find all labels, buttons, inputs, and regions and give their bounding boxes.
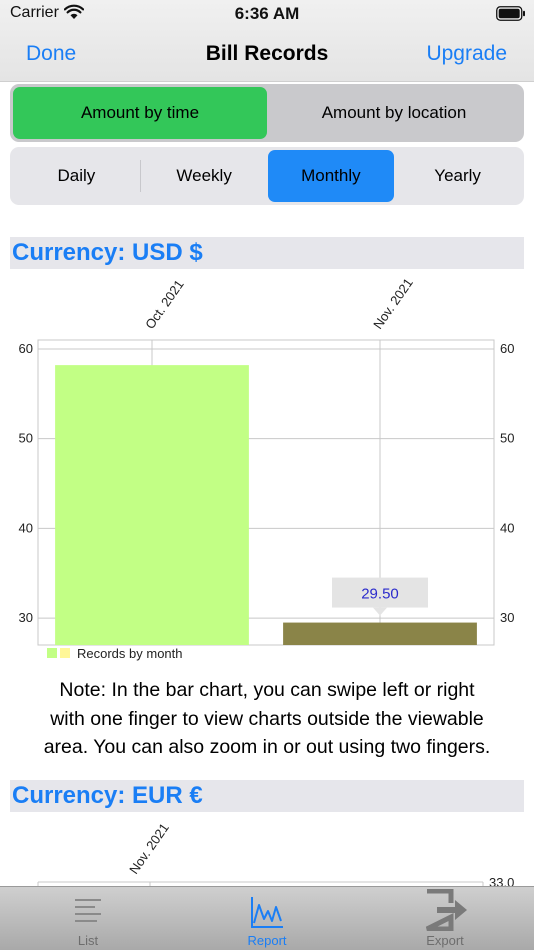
y-tick-label-right: 30 — [500, 610, 514, 625]
status-time: 6:36 AM — [234, 4, 300, 23]
eur-bar-chart[interactable]: Nov. 2021 33.0 — [0, 815, 534, 886]
bar-1 — [55, 365, 249, 645]
legend-swatch — [60, 648, 70, 658]
tab-report[interactable]: Report — [207, 887, 327, 950]
note-line: area. You can also zoom in or out using … — [43, 736, 491, 758]
y-tick-label-left: 40 — [19, 520, 33, 535]
tab-amount-by-location[interactable]: Amount by location — [267, 87, 521, 139]
bill-records-screen: Carrier 6:36 AM Done Bill Records Upgrad… — [0, 0, 534, 950]
tab-weekly[interactable]: Weekly — [141, 150, 268, 202]
currency-header-eur: Currency: EUR € — [10, 780, 524, 812]
note-line: with one finger to view charts outside t… — [50, 707, 484, 730]
battery-icon — [496, 6, 525, 21]
currency-header-usd: Currency: USD $ — [10, 237, 524, 269]
tab-export[interactable]: Export — [385, 887, 505, 950]
bottom-tab-bar: List Report Export — [0, 886, 534, 950]
tab-monthly[interactable]: Monthly — [267, 150, 395, 202]
chart-help-note: Note: In the bar chart, you can swipe le… — [6, 676, 528, 762]
navigation-header: Carrier 6:36 AM Done Bill Records Upgrad… — [0, 0, 534, 82]
y-tick-label-right: 60 — [500, 341, 514, 356]
report-chart-icon — [251, 897, 283, 928]
usd-bar-chart[interactable]: 30 30 40 40 50 50 60 60 Oct. 2021 Nov. 2021 29.50 R… — [0, 270, 534, 665]
y-tick-label-right: 50 — [500, 431, 514, 446]
list-icon — [75, 899, 101, 922]
upgrade-button[interactable]: Upgrade — [426, 42, 507, 66]
legend-swatch — [47, 648, 57, 658]
bar-2 — [283, 622, 477, 645]
export-icon — [425, 889, 467, 931]
period-segmented-control: Daily Weekly Monthly Yearly — [10, 147, 524, 205]
tab-amount-by-time[interactable]: Amount by time — [13, 87, 267, 139]
x-tick-label: Nov. 2021 — [126, 820, 172, 876]
tab-list-label: List — [77, 933, 99, 948]
tooltip-pointer — [373, 607, 387, 616]
tab-report-label: Report — [247, 933, 287, 948]
tab-daily[interactable]: Daily — [13, 150, 140, 202]
tab-export-label: Export — [426, 933, 464, 948]
y-tick-label-right: 33.0 — [489, 875, 514, 886]
tab-list[interactable]: List — [28, 887, 148, 950]
amount-mode-segmented-control: Amount by time Amount by location — [10, 84, 524, 142]
legend-label: Records by month — [77, 646, 183, 661]
x-tick-label: Nov. 2021 — [370, 275, 416, 331]
y-tick-label-right: 40 — [500, 520, 514, 535]
tab-yearly[interactable]: Yearly — [394, 150, 521, 202]
y-tick-label-left: 50 — [19, 431, 33, 446]
y-tick-label-left: 30 — [19, 610, 33, 625]
note-line: Note: In the bar chart, you can swipe le… — [59, 679, 475, 701]
x-tick-label: Oct. 2021 — [142, 277, 187, 332]
y-tick-label-left: 60 — [19, 341, 33, 356]
tooltip-value: 29.50 — [361, 586, 399, 603]
